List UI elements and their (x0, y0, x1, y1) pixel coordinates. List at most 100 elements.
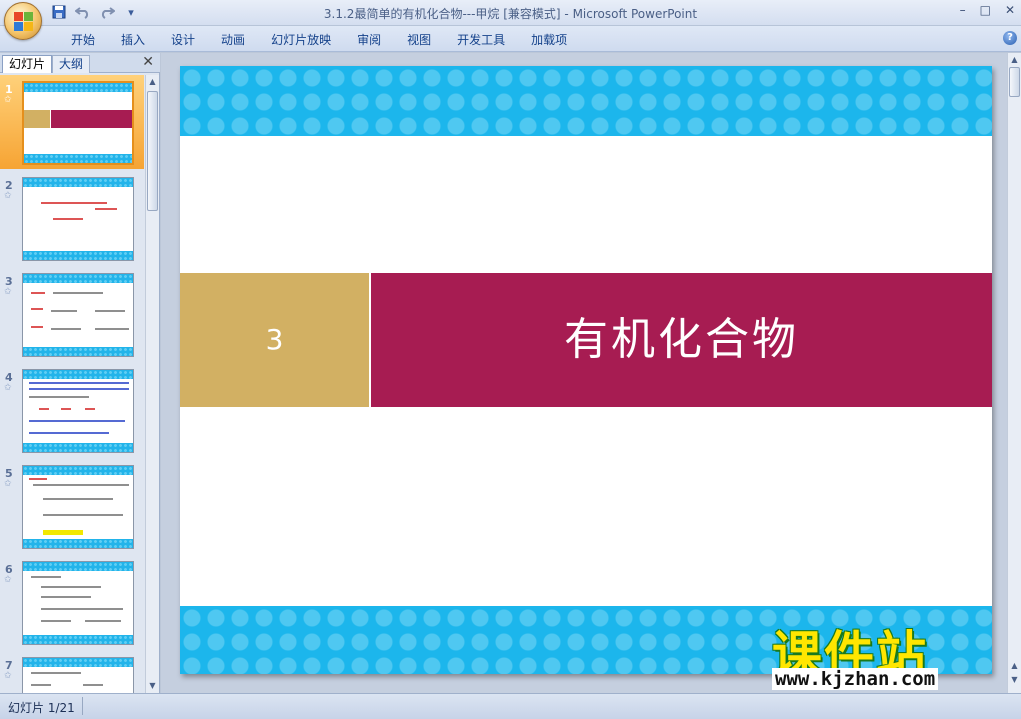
slide-thumbnail[interactable] (22, 561, 134, 645)
slide-editor: 3 有机化合物 ▲ ▲ ▼ (161, 53, 1021, 693)
thumb-band (23, 635, 133, 644)
scroll-down-icon[interactable]: ▼ (146, 679, 159, 693)
thumb-text-line (51, 328, 81, 330)
thumb-text-line (31, 576, 61, 578)
slide-thumbnail[interactable] (22, 177, 134, 261)
thumb-text-line (29, 420, 125, 422)
thumb-text-line (31, 672, 81, 674)
tab-outline[interactable]: 大纲 (52, 55, 91, 73)
minimize-icon[interactable]: – (960, 3, 966, 17)
thumb-text-line (85, 620, 121, 622)
thumb-text-line (29, 396, 89, 398)
thumbnail-scrollbar[interactable]: ▲ ▼ (145, 75, 159, 693)
tab-home[interactable]: 开始 (58, 31, 108, 49)
thumb-text-line (61, 408, 71, 410)
close-panel-icon[interactable]: ✕ (142, 54, 154, 70)
tab-slideshow[interactable]: 幻灯片放映 (258, 31, 344, 49)
scroll-up-icon[interactable]: ▲ (146, 75, 159, 89)
thumb-text-line (43, 514, 123, 516)
thumb-text-line (41, 586, 101, 588)
slide-title[interactable]: 有机化合物 (371, 273, 992, 407)
scroll-thumb[interactable] (1009, 67, 1020, 97)
help-icon[interactable]: ? (1003, 31, 1017, 45)
thumb-text-line (95, 310, 125, 312)
thumbnail-row[interactable]: 1 ✩ (0, 75, 144, 169)
animation-star-icon: ✩ (4, 383, 12, 393)
thumb-band (24, 154, 132, 163)
current-slide[interactable]: 3 有机化合物 (180, 66, 992, 674)
next-slide-icon[interactable]: ▼ (1008, 673, 1021, 687)
scroll-thumb[interactable] (147, 91, 158, 211)
thumb-band (23, 443, 133, 452)
close-window-icon[interactable]: ✕ (1005, 3, 1015, 17)
thumb-text-line (39, 408, 49, 410)
thumb-text-line (29, 382, 129, 384)
slide-thumbnail[interactable] (22, 273, 134, 357)
thumb-band (23, 539, 133, 548)
thumb-text-line (29, 478, 47, 480)
thumbnail-row[interactable]: 7 ✩ (0, 651, 144, 693)
thumb-text-line (41, 620, 71, 622)
slide-thumbnail[interactable] (22, 657, 134, 693)
thumbnail-row[interactable]: 6 ✩ (0, 555, 144, 649)
thumb-text-line (85, 408, 95, 410)
tab-developer[interactable]: 开发工具 (444, 31, 518, 49)
scroll-up-icon[interactable]: ▲ (1008, 53, 1021, 67)
thumbnail-row[interactable]: 5 ✩ (0, 459, 144, 553)
tab-design[interactable]: 设计 (158, 31, 208, 49)
thumbnail-row[interactable]: 2 ✩ (0, 171, 144, 265)
thumb-band (23, 251, 133, 260)
thumb-band (23, 562, 133, 571)
prev-slide-icon[interactable]: ▲ (1008, 659, 1021, 673)
animation-star-icon: ✩ (4, 191, 12, 201)
maximize-icon[interactable]: □ (980, 3, 991, 17)
animation-star-icon: ✩ (4, 479, 12, 489)
thumb-band (23, 658, 133, 667)
window-controls: – □ ✕ (960, 3, 1015, 17)
ribbon: 开始 插入 设计 动画 幻灯片放映 审阅 视图 开发工具 加载项 ? (0, 26, 1021, 52)
tab-view[interactable]: 视图 (394, 31, 444, 49)
animation-star-icon: ✩ (4, 95, 12, 105)
thumb-text-line (31, 684, 51, 686)
thumb-band (23, 178, 133, 187)
thumbnail-row[interactable]: 4 ✩ (0, 363, 144, 457)
slide-thumbnail[interactable] (22, 465, 134, 549)
window-title: 3.1.2最简单的有机化合物---甲烷 [兼容模式] - Microsoft P… (323, 7, 698, 21)
panel-tabs: 幻灯片 大纲 ✕ (0, 53, 160, 73)
title-bar: ▾ 3.1.2最简单的有机化合物---甲烷 [兼容模式] - Microsoft… (0, 0, 1021, 26)
thumb-text-line (31, 326, 43, 328)
ribbon-tabs: 开始 插入 设计 动画 幻灯片放映 审阅 视图 开发工具 加载项 (58, 31, 580, 49)
thumb-text-line (31, 308, 43, 310)
tab-animations[interactable]: 动画 (208, 31, 258, 49)
thumb-text-line (43, 498, 113, 500)
thumb-band (23, 466, 133, 475)
slide-thumbnail[interactable] (22, 369, 134, 453)
slides-panel: 幻灯片 大纲 ✕ 1 ✩ 2 ✩ 3 ✩ 4 ✩ 5 ✩ 6 ✩ 7 ✩ ▲ ▼ (0, 53, 160, 693)
thumb-text-line (53, 292, 103, 294)
slide-top-band (180, 66, 992, 136)
thumb-band (24, 83, 132, 92)
office-button[interactable] (4, 2, 42, 40)
thumb-text-line (95, 328, 129, 330)
thumb-text-line (33, 484, 129, 486)
thumb-band (23, 370, 133, 379)
office-logo-icon (14, 12, 34, 32)
slide-thumbnail[interactable] (22, 81, 134, 165)
thumb-number-box (24, 110, 50, 128)
tab-addins[interactable]: 加载项 (518, 31, 580, 49)
thumb-text-line (51, 310, 77, 312)
thumb-text-line (29, 388, 129, 390)
status-divider (82, 697, 83, 715)
animation-star-icon: ✩ (4, 287, 12, 297)
thumb-band (23, 274, 133, 283)
slide-scrollbar[interactable]: ▲ ▲ ▼ (1007, 53, 1021, 693)
tab-slides[interactable]: 幻灯片 (2, 55, 53, 73)
tab-review[interactable]: 审阅 (344, 31, 394, 49)
tab-insert[interactable]: 插入 (108, 31, 158, 49)
section-number[interactable]: 3 (180, 273, 369, 407)
thumb-text-line (41, 202, 107, 204)
thumbnail-row[interactable]: 3 ✩ (0, 267, 144, 361)
thumb-text-line (95, 208, 117, 210)
thumb-title-box (51, 110, 132, 128)
thumbnail-list: 1 ✩ 2 ✩ 3 ✩ 4 ✩ 5 ✩ 6 ✩ 7 ✩ (0, 75, 144, 693)
